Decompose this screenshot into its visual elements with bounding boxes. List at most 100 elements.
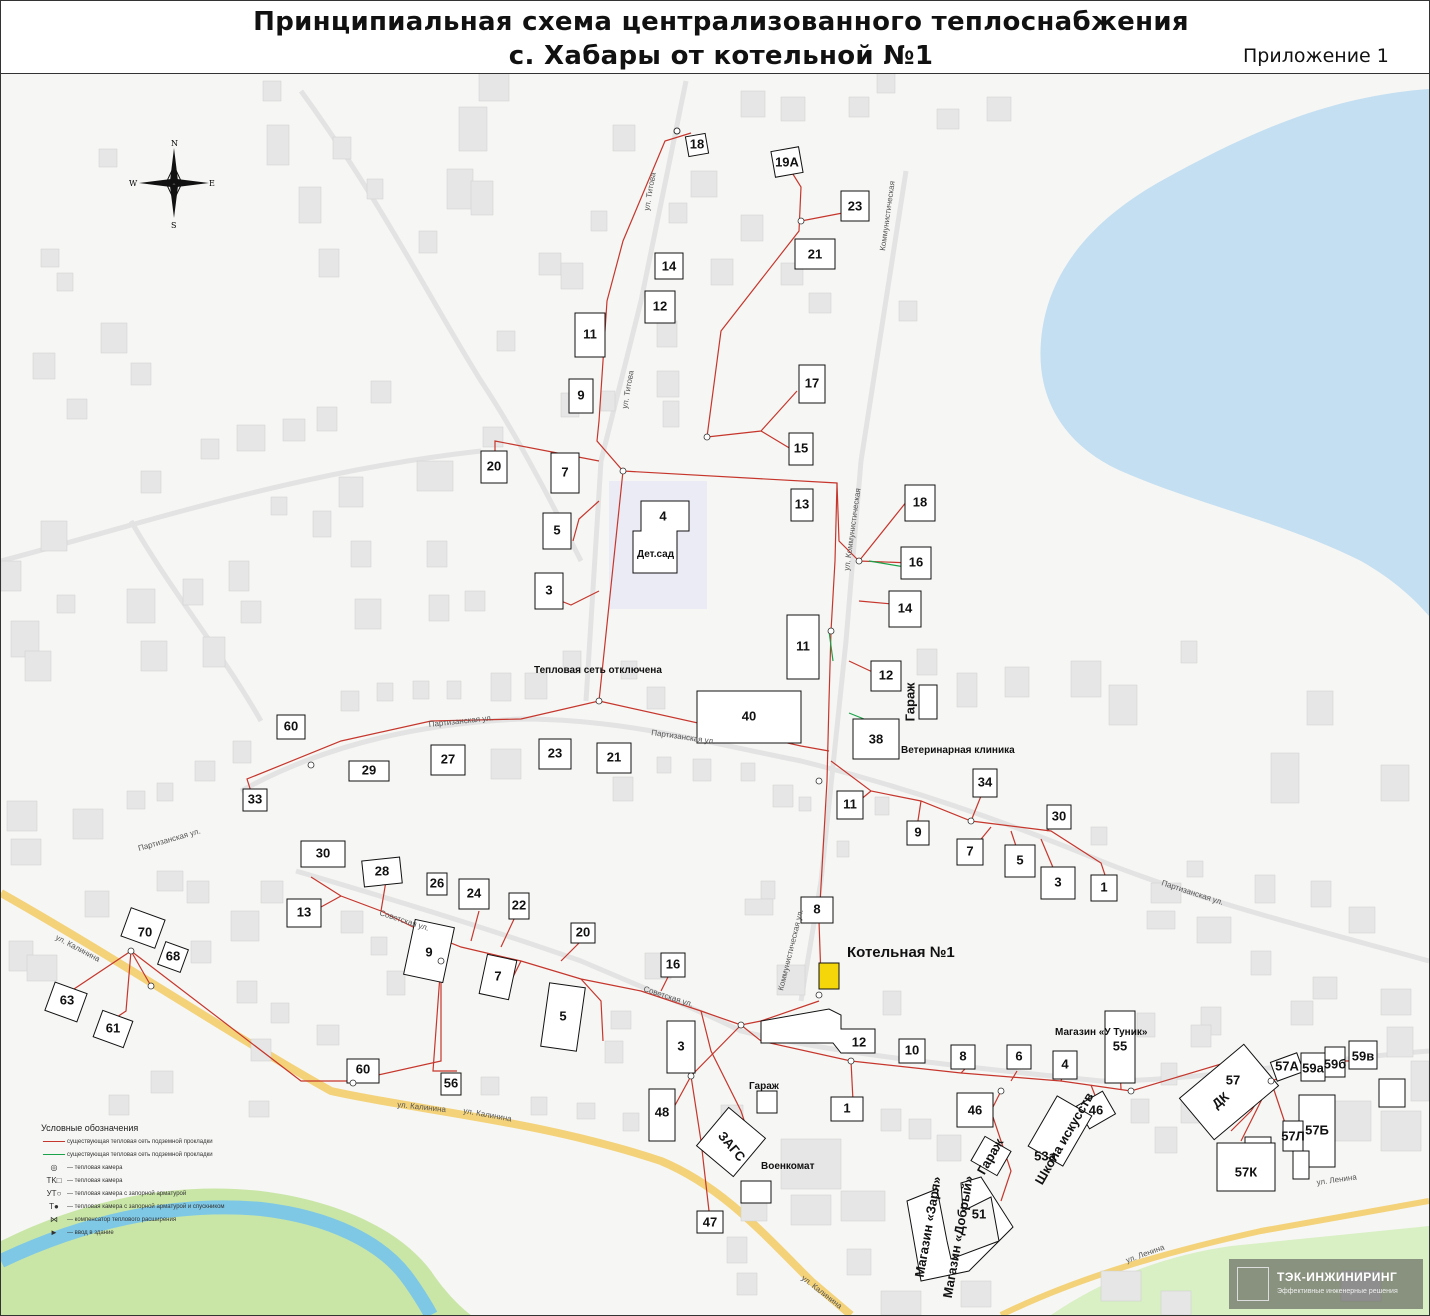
label-voenkomat: Военкомат <box>761 1161 815 1172</box>
building-label: 12 <box>879 667 893 682</box>
building-label: 20 <box>487 458 501 473</box>
valve-icon: УТ○ <box>46 1189 62 1198</box>
building-label: 16 <box>666 956 680 971</box>
building-label: 7 <box>966 843 973 858</box>
building-label: 18 <box>690 136 704 151</box>
building-label: 8 <box>959 1048 966 1063</box>
building-label: 8 <box>813 901 820 916</box>
building-label: 61 <box>106 1020 120 1035</box>
label-detsad: Дет.сад <box>637 549 675 560</box>
building-label: 12 <box>852 1034 866 1049</box>
building-label: 13 <box>795 496 809 511</box>
building-label: 70 <box>138 924 152 939</box>
building-label: 22 <box>512 897 526 912</box>
page-subtitle: с. Хабары от котельной №1 <box>508 41 934 71</box>
building-label: 9 <box>914 824 921 839</box>
legend-item: ⋈ — компенсатор теплового расширения <box>41 1213 271 1226</box>
label-shop-kal: Магазин «Добрый» <box>940 1175 976 1300</box>
building-label: 11 <box>843 796 857 811</box>
building-label: 14 <box>898 600 913 615</box>
building-label: 46 <box>968 1102 982 1117</box>
building-label: 57Б <box>1305 1122 1329 1137</box>
legend-item: существующая тепловая сеть подземной про… <box>41 1148 271 1161</box>
building-label: 3 <box>1054 874 1061 889</box>
building-label: 1 <box>1100 879 1107 894</box>
building-label: 23 <box>848 198 862 213</box>
label-vet-clinic: Ветеринарная клиника <box>901 745 1015 756</box>
street-titova-n: ул. Титова <box>642 171 658 211</box>
map-labels: Партизанская ул. Партизанская ул. Партиз… <box>54 136 1374 1311</box>
label-music-school: Школа искусств <box>1032 1090 1097 1187</box>
building-label: 27 <box>441 751 455 766</box>
legend-item: УТ○ — тепловая камера с запорной арматуро… <box>41 1187 271 1200</box>
legend-title: Условные обозначения <box>41 1123 139 1133</box>
building-label: 38 <box>869 731 883 746</box>
building-label: 19А <box>775 154 799 169</box>
building-label: 60 <box>356 1061 370 1076</box>
building-label: 3 <box>545 582 552 597</box>
building-label: 57А <box>1275 1058 1299 1073</box>
building-label: 11 <box>583 326 597 341</box>
building-label: 5 <box>553 522 560 537</box>
building-label: 1 <box>843 1100 850 1115</box>
green-line-icon <box>43 1154 65 1155</box>
street-partizanskaya-e: Партизанская ул. <box>1160 878 1224 907</box>
title-bar: Принципиальная схема централизованного т… <box>1 1 1429 74</box>
building-label: 34 <box>978 774 993 789</box>
building-label: 9 <box>425 944 432 959</box>
street-kalinina-w: ул. Калинина <box>54 933 102 964</box>
building-label: 57 <box>1226 1072 1240 1087</box>
legend-item: существующая тепловая сеть подземной про… <box>41 1135 271 1148</box>
valve-drain-icon: Т● <box>49 1202 59 1211</box>
building-label: 59б <box>1324 1056 1347 1071</box>
label-garage2: Гараж <box>749 1081 780 1092</box>
street-titova-s: ул. Титова <box>620 369 636 409</box>
building-label: 9 <box>577 387 584 402</box>
building-label: 29 <box>362 762 376 777</box>
street-sovetskaya-w: Советская ул. <box>378 908 430 932</box>
street-kommunisticheskaya-n: Коммунистическая <box>878 180 897 251</box>
building-label: 47 <box>703 1214 717 1229</box>
label-heating-disabled: Тепловая сеть отключена <box>534 665 662 676</box>
building-label: 13 <box>297 904 311 919</box>
logo-tagline: Эффективные инженерные решения <box>1277 1288 1398 1295</box>
building-label: 3 <box>677 1038 684 1053</box>
street-kalinina-c2: ул. Калинина <box>463 1106 513 1123</box>
building-label: 5 <box>559 1008 566 1023</box>
building-label: 17 <box>805 375 819 390</box>
building-label: 40 <box>742 708 756 723</box>
building-label: 20 <box>576 924 590 939</box>
building-label: 21 <box>808 246 822 261</box>
building-label: 57К <box>1235 1164 1257 1179</box>
building-label: 63 <box>60 992 74 1007</box>
street-kalinina-s: ул. Калинина <box>800 1273 845 1311</box>
building-label: 60 <box>284 718 298 733</box>
map-frame: N S W E Партизанская ул. Партизанская ул… <box>0 0 1430 1316</box>
building-label: 18 <box>913 494 927 509</box>
building-label: 48 <box>655 1104 669 1119</box>
building-label: 16 <box>909 554 923 569</box>
building-label: 26 <box>430 875 444 890</box>
label-garage: Гараж <box>902 682 917 722</box>
label-zags: ЗАГС <box>715 1128 749 1164</box>
label-dk: ДК <box>1209 1089 1232 1112</box>
building-label: 7 <box>561 464 568 479</box>
logo-mark-icon <box>1237 1267 1269 1301</box>
building-label: 59в <box>1352 1048 1374 1063</box>
label-shop-chp: Магазин «Заря» <box>912 1175 945 1278</box>
street-partizanskaya-far: Партизанская ул. <box>137 826 202 852</box>
page-title: Принципиальная схема централизованного т… <box>253 7 1189 37</box>
building-label: 7 <box>494 968 501 983</box>
circle-icon: ◎ <box>50 1163 58 1172</box>
legend-item: ► — ввод в здание <box>41 1226 271 1239</box>
building-label: 55 <box>1113 1038 1127 1053</box>
street-kommunisticheskaya-s: Коммунистическая ул. <box>776 909 805 992</box>
building-label: 30 <box>316 845 330 860</box>
boiler-label: Котельная №1 <box>847 944 955 961</box>
compensator-icon: ⋈ <box>50 1215 58 1224</box>
street-partizanskaya-w: Партизанская ул. <box>428 713 493 729</box>
building-label: 21 <box>607 749 621 764</box>
building-label: 33 <box>248 791 262 806</box>
building-label: 68 <box>166 948 180 963</box>
building-label: 5 <box>1016 852 1023 867</box>
